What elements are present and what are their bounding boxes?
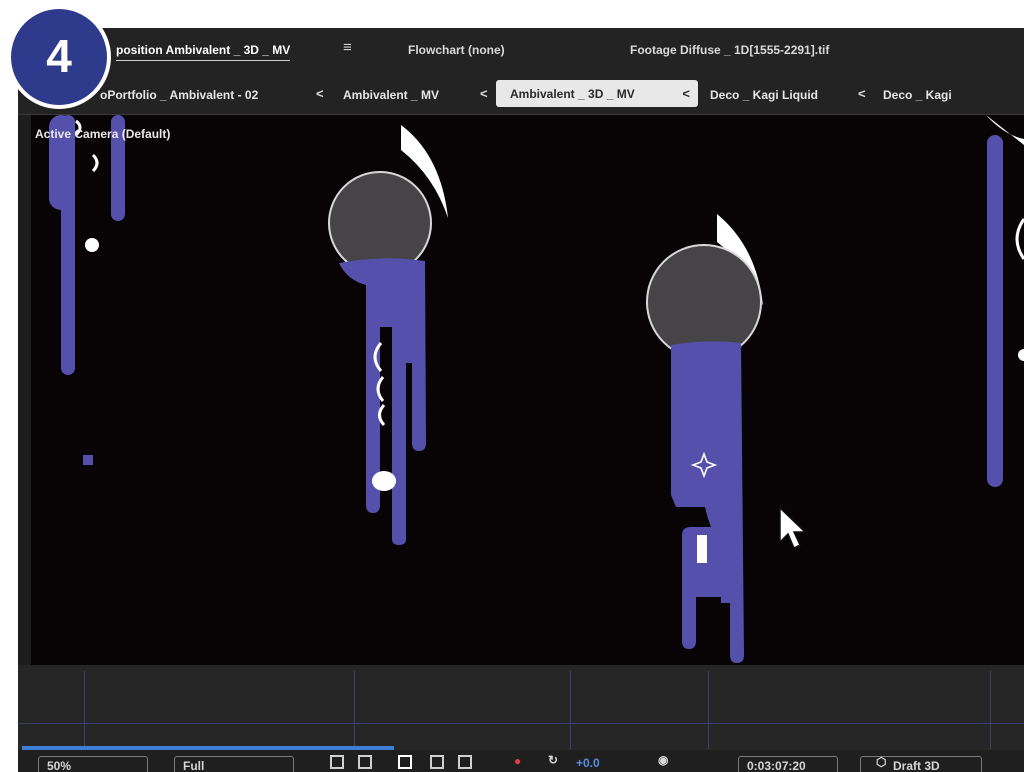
- chevron-left-icon: <: [858, 86, 866, 101]
- viewer-toolbar: 50% Full ● ↻ +0.0 ◉ 0:03:07:20 Draft 3D …: [18, 750, 1024, 772]
- mask-icon[interactable]: [430, 755, 444, 769]
- exposure-value[interactable]: +0.0: [576, 756, 600, 770]
- camera-icon[interactable]: ◉: [658, 753, 668, 767]
- cube-icon: ⬡: [876, 755, 887, 769]
- reset-exposure-icon[interactable]: ↻: [548, 753, 558, 767]
- chevron-left-icon: <: [316, 86, 324, 101]
- timecode-display[interactable]: 0:03:07:20: [738, 756, 838, 772]
- breadcrumb-item[interactable]: Ambivalent _ MV: [343, 88, 439, 102]
- menu-icon[interactable]: ≡: [343, 39, 352, 56]
- step-number-badge: 4: [7, 5, 111, 109]
- transparency-icon[interactable]: [398, 755, 412, 769]
- tab-footage[interactable]: Footage Diffuse _ 1D[1555-2291].tif: [630, 43, 829, 57]
- chevron-left-icon: <: [682, 86, 690, 101]
- breadcrumb-item[interactable]: Deco _ Kagi Liquid: [710, 88, 818, 102]
- renderer-label: Draft 3D: [893, 759, 940, 772]
- composition-breadcrumb: oPortfolio _ Ambivalent - 02 < Ambivalen…: [18, 74, 1024, 115]
- safe-zones-icon[interactable]: [330, 755, 344, 769]
- composition-artwork: [49, 115, 1024, 663]
- after-effects-window: position Ambivalent _ 3D _ MV ≡ Flowchar…: [18, 28, 1024, 772]
- right-drips: [986, 115, 1024, 487]
- zoom-dropdown[interactable]: 50%: [38, 756, 148, 772]
- region-icon[interactable]: [458, 755, 472, 769]
- cursor-icon: [779, 506, 807, 550]
- ball-2: [646, 214, 763, 663]
- color-channels-icon[interactable]: ●: [514, 754, 521, 768]
- resolution-dropdown[interactable]: Full: [174, 756, 294, 772]
- ball-1: [328, 125, 448, 545]
- breadcrumb-item[interactable]: Deco _ Kagi: [883, 88, 952, 102]
- composition-viewer[interactable]: Active Camera (Default): [31, 115, 1024, 665]
- left-drips: [49, 115, 125, 465]
- chevron-left-icon: <: [480, 86, 488, 101]
- tab-composition[interactable]: position Ambivalent _ 3D _ MV: [116, 43, 291, 61]
- panel-tab-bar: position Ambivalent _ 3D _ MV ≡ Flowchar…: [18, 28, 1024, 74]
- breadcrumb-item[interactable]: oPortfolio _ Ambivalent - 02: [100, 88, 258, 102]
- grid-icon[interactable]: [358, 755, 372, 769]
- active-camera-label: Active Camera (Default): [35, 127, 171, 141]
- timeline-strip[interactable]: [18, 665, 1024, 750]
- breadcrumb-current-label: Ambivalent _ 3D _ MV: [510, 87, 635, 101]
- tab-flowchart[interactable]: Flowchart (none): [408, 43, 505, 57]
- breadcrumb-item-current[interactable]: Ambivalent _ 3D _ MV <: [496, 80, 698, 107]
